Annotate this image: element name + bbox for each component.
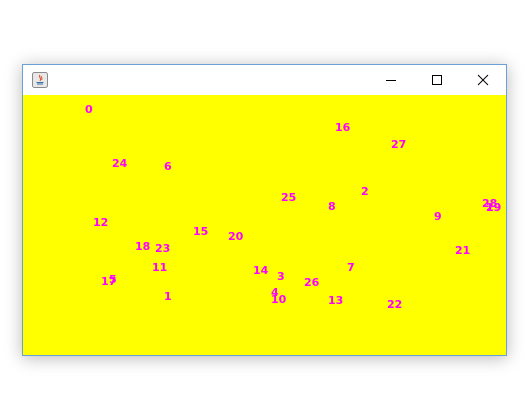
number-label: 10 — [271, 293, 287, 306]
drawing-canvas[interactable]: 0 1 2 3 4 5 6 7 8 9 10 11 12 13 14 15 16… — [23, 95, 506, 355]
title-bar[interactable] — [23, 65, 506, 95]
close-icon — [477, 74, 489, 86]
number-label: 18 — [135, 240, 151, 253]
close-button[interactable] — [460, 65, 506, 95]
number-label: 24 — [112, 157, 128, 170]
number-label: 8 — [328, 200, 336, 213]
number-label: 12 — [93, 216, 109, 229]
app-window: 0 1 2 3 4 5 6 7 8 9 10 11 12 13 14 15 16… — [22, 64, 507, 356]
number-label: 15 — [193, 225, 209, 238]
number-label: 17 — [101, 275, 117, 288]
maximize-icon — [432, 75, 442, 85]
number-label: 26 — [304, 276, 320, 289]
number-label: 16 — [335, 121, 351, 134]
number-label: 2 — [361, 185, 369, 198]
number-label: 27 — [391, 138, 407, 151]
number-label: 7 — [347, 261, 355, 274]
minimize-button[interactable] — [368, 65, 414, 95]
java-app-icon[interactable] — [32, 72, 48, 88]
number-label: 29 — [486, 201, 502, 214]
number-label: 14 — [253, 264, 269, 277]
number-label: 1 — [164, 290, 172, 303]
number-label: 3 — [277, 270, 285, 283]
number-label: 23 — [155, 242, 171, 255]
number-label: 11 — [152, 261, 168, 274]
number-label: 22 — [387, 298, 403, 311]
number-label: 20 — [228, 230, 244, 243]
number-label: 9 — [434, 210, 442, 223]
number-label: 6 — [164, 160, 172, 173]
minimize-icon — [386, 80, 396, 81]
number-label: 25 — [281, 191, 297, 204]
number-label: 0 — [85, 103, 93, 116]
maximize-button[interactable] — [414, 65, 460, 95]
number-label: 21 — [455, 244, 471, 257]
number-label: 13 — [328, 294, 344, 307]
